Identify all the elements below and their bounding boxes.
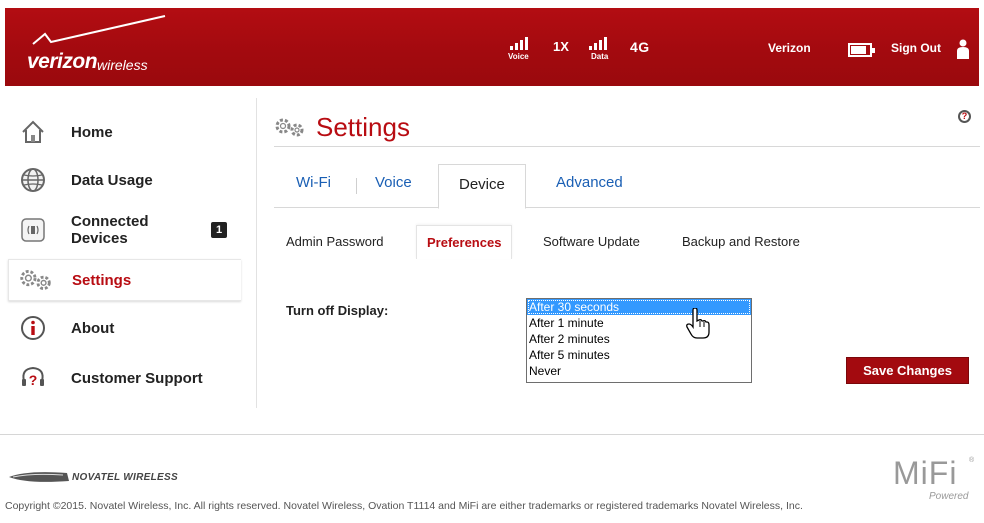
footer-divider: [0, 434, 984, 435]
dropdown-option[interactable]: Never: [527, 363, 751, 379]
sidebar-divider: [256, 98, 257, 408]
sidebar-item-about[interactable]: About: [8, 304, 241, 352]
sidebar-item-home[interactable]: Home: [8, 108, 241, 156]
main-content: Settings ? Wi-Fi Voice Device Advanced A…: [258, 98, 980, 418]
verizon-logo[interactable]: verizon wireless: [15, 12, 185, 78]
checkmark-swoosh-icon: [32, 15, 166, 45]
support-icon: ?: [22, 366, 44, 388]
gears-icon: [275, 118, 304, 137]
sidebar-nav: Home Data Usage Connected Devices 1 Sett…: [5, 108, 255, 408]
user-icon[interactable]: [956, 39, 970, 59]
dropdown-option[interactable]: After 5 minutes: [527, 347, 751, 363]
mifi-registered-mark: ®: [969, 457, 975, 464]
subtab-preferences[interactable]: Preferences: [416, 225, 513, 259]
data-caption: Data: [591, 52, 609, 61]
subtab-software-update[interactable]: Software Update: [543, 234, 640, 249]
hand-cursor-icon: [686, 308, 710, 339]
turn-off-display-dropdown[interactable]: After 30 seconds After 1 minute After 2 …: [526, 298, 752, 383]
network-4g-label: 4G: [630, 39, 650, 55]
app-window: verizon wireless Voice 1X Data 4G Verizo…: [0, 0, 984, 523]
sidebar-item-connected-devices[interactable]: Connected Devices 1: [8, 206, 241, 254]
brand-name: verizon: [27, 50, 98, 73]
battery-level-fill: [851, 46, 867, 54]
copyright-text: Copyright ©2015. Novatel Wireless, Inc. …: [5, 500, 803, 512]
tab-advanced[interactable]: Advanced: [556, 174, 623, 191]
voice-caption: Voice: [508, 52, 529, 61]
settings-tabs: Wi-Fi Voice Device Advanced: [274, 164, 980, 209]
tab-voice[interactable]: Voice: [375, 174, 412, 191]
sidebar-item-label: About: [71, 319, 115, 337]
subtab-admin-password[interactable]: Admin Password: [286, 234, 384, 249]
sidebar-item-label: Connected Devices: [71, 213, 149, 247]
tab-device[interactable]: Device: [438, 164, 526, 209]
sidebar-item-customer-support[interactable]: ? Customer Support: [8, 354, 241, 402]
device-subtabs: Admin Password Preferences Software Upda…: [274, 223, 980, 259]
page-title: Settings: [316, 112, 410, 142]
subtab-backup-restore[interactable]: Backup and Restore: [682, 234, 800, 249]
sidebar-item-settings[interactable]: Settings: [8, 259, 241, 301]
sidebar-item-label: Customer Support: [71, 369, 203, 387]
mifi-logo: MiFi: [893, 455, 958, 491]
brand-suffix: wireless: [97, 57, 148, 73]
signal-bars-icon: [589, 37, 607, 50]
dropdown-option[interactable]: After 2 minutes: [527, 331, 751, 347]
save-changes-button[interactable]: Save Changes: [846, 357, 969, 384]
globe-icon: [21, 168, 45, 192]
sign-out-link[interactable]: Sign Out: [891, 41, 941, 55]
dropdown-option[interactable]: After 1 minute: [527, 315, 751, 331]
gears-icon: [20, 270, 51, 290]
info-icon: [21, 316, 45, 340]
novatel-wordmark: NOVATEL WIRELESS: [72, 472, 178, 483]
title-divider: [274, 146, 980, 147]
label-line-2: Devices: [71, 230, 128, 247]
battery-icon: [848, 43, 875, 57]
header-bar: verizon wireless Voice 1X Data 4G Verizo…: [5, 8, 979, 86]
data-signal-indicator: Data: [589, 30, 619, 62]
sidebar-item-label: Data Usage: [71, 171, 153, 189]
label-line-1: Connected: [71, 213, 149, 230]
svg-text:?: ?: [29, 372, 38, 388]
sidebar-item-label: Home: [71, 123, 113, 141]
help-icon[interactable]: ?: [958, 110, 971, 123]
tab-wifi[interactable]: Wi-Fi: [296, 174, 331, 191]
sidebar-item-data-usage[interactable]: Data Usage: [8, 156, 241, 204]
connected-devices-icon: [21, 218, 45, 242]
dropdown-option[interactable]: After 30 seconds: [527, 299, 751, 315]
mifi-powered-label: Powered: [929, 491, 969, 502]
home-icon: [22, 120, 44, 143]
device-count-badge: 1: [211, 222, 227, 238]
tab-separator: [356, 178, 357, 194]
signal-bars-icon: [510, 37, 528, 50]
sidebar-item-label: Settings: [72, 271, 132, 289]
network-1x-label: 1X: [553, 39, 569, 54]
turn-off-display-label: Turn off Display:: [286, 303, 389, 318]
voice-signal-indicator: Voice: [508, 30, 540, 62]
tabs-baseline: [274, 207, 980, 208]
carrier-name: Verizon: [768, 41, 811, 55]
